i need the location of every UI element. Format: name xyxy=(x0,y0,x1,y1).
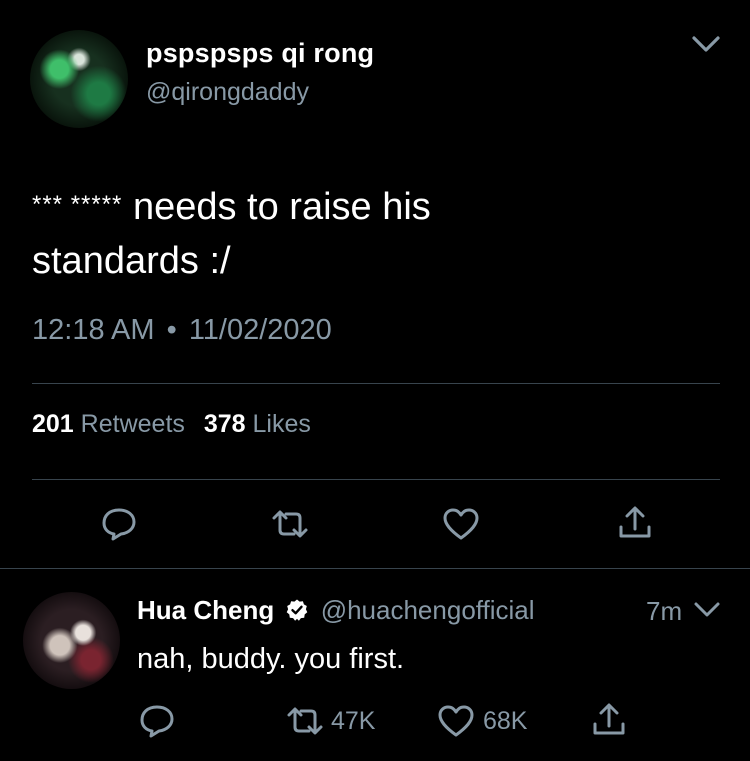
reply-retweet-action[interactable]: 47K xyxy=(285,705,375,737)
divider xyxy=(0,568,750,569)
likes-stat[interactable]: 378 Likes xyxy=(204,410,311,438)
divider xyxy=(32,383,720,384)
reply-header: Hua Cheng @huachengofficial xyxy=(137,595,535,626)
tweet-text-line2: standards :/ xyxy=(32,240,231,282)
retweet-icon[interactable] xyxy=(270,508,310,540)
heart-icon[interactable] xyxy=(437,704,475,738)
retweets-label: Retweets xyxy=(80,410,185,438)
reply-like-action[interactable]: 68K xyxy=(437,704,527,738)
verified-badge-icon xyxy=(285,598,309,622)
retweet-count: 47K xyxy=(331,706,376,735)
tweet-timestamp[interactable]: 12:18 AM • 11/02/2020 xyxy=(32,314,332,347)
likes-label: Likes xyxy=(252,410,311,438)
avatar[interactable] xyxy=(23,592,120,689)
share-icon[interactable] xyxy=(618,505,652,541)
reply-handle[interactable]: @huachengofficial xyxy=(321,595,535,625)
reply-icon[interactable] xyxy=(138,703,176,739)
tweet-time: 12:18 AM xyxy=(32,314,155,346)
censored-text: *** ***** xyxy=(32,191,123,218)
heart-icon[interactable] xyxy=(442,507,480,541)
tweet-text: *** ***** needs to raise his standards :… xyxy=(32,178,722,288)
divider xyxy=(32,479,720,480)
tweet-text-line1: needs to raise his xyxy=(132,186,431,228)
like-count: 68K xyxy=(483,706,528,735)
retweet-icon[interactable] xyxy=(285,705,325,737)
reply-icon[interactable] xyxy=(100,506,138,542)
timestamp-separator: • xyxy=(166,314,177,346)
likes-count: 378 xyxy=(203,410,246,438)
author-handle[interactable]: @qirongdaddy xyxy=(146,78,309,107)
retweets-stat[interactable]: 201 Retweets xyxy=(32,410,192,438)
share-icon[interactable] xyxy=(592,702,626,738)
chevron-down-icon[interactable] xyxy=(693,599,721,621)
engagement-stats: 201 Retweets 378 Likes xyxy=(32,410,311,439)
retweets-count: 201 xyxy=(32,410,74,438)
reply-display-name[interactable]: Hua Cheng xyxy=(137,595,274,625)
reply-age[interactable]: 7m xyxy=(646,596,682,627)
chevron-down-icon[interactable] xyxy=(690,32,722,56)
tweet-date: 11/02/2020 xyxy=(188,314,332,346)
author-display-name[interactable]: pspspsps qi rong xyxy=(146,38,374,69)
avatar[interactable] xyxy=(30,30,128,128)
reply-text: nah, buddy. you first. xyxy=(137,643,405,675)
